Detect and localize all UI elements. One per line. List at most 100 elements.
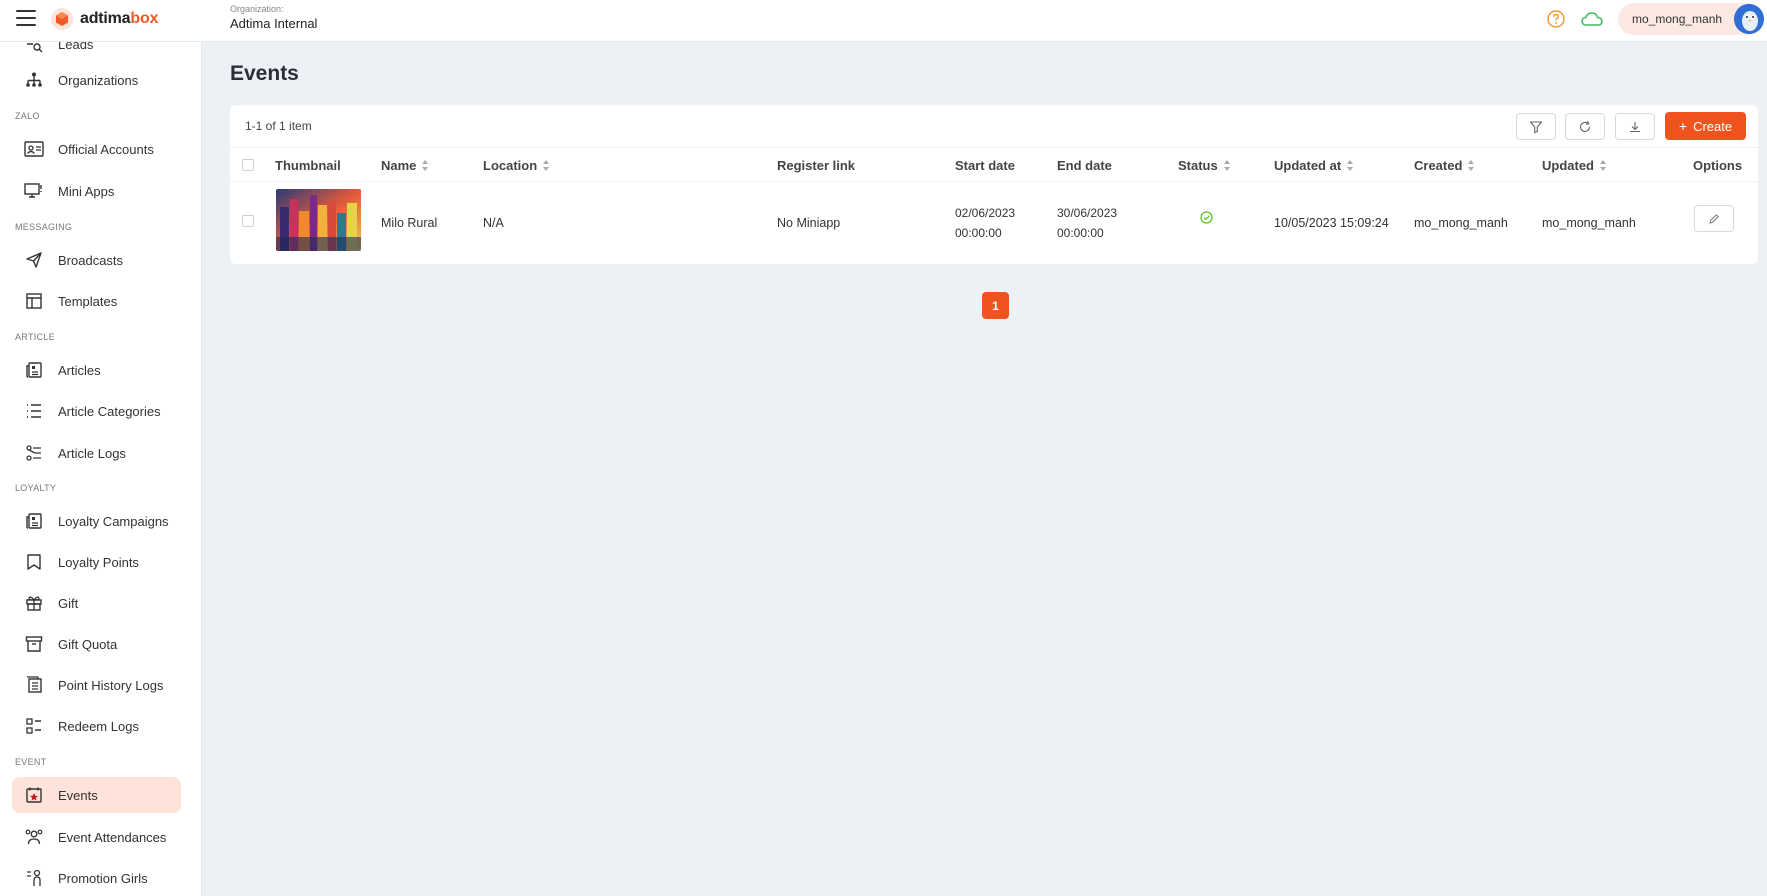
redeem-icon — [24, 716, 44, 736]
event-location: N/A — [483, 216, 504, 230]
logo-cube-icon — [51, 8, 73, 30]
sidebar-item-label: Organizations — [58, 72, 139, 88]
event-end-time: 00:00:00 — [1057, 226, 1104, 240]
search-list-icon — [24, 42, 44, 54]
sidebar-item-organizations[interactable]: Organizations — [12, 62, 181, 98]
sort-icon[interactable] — [1223, 160, 1231, 171]
refresh-button[interactable] — [1565, 113, 1605, 140]
logs-icon — [24, 443, 44, 463]
column-header-updated[interactable]: Updated — [1542, 158, 1607, 173]
article-icon — [24, 360, 44, 380]
row-checkbox[interactable] — [242, 215, 254, 227]
status-active-icon — [1200, 211, 1213, 227]
section-label-loyalty: LOYALTY — [15, 483, 57, 493]
column-header-location[interactable]: Location — [483, 158, 550, 173]
sort-icon[interactable] — [1600, 160, 1607, 171]
sidebar-item-loyalty-points[interactable]: Loyalty Points — [12, 544, 181, 580]
column-header-start-date: Start date — [955, 158, 1015, 173]
column-header-created[interactable]: Created — [1414, 158, 1475, 173]
menu-toggle-icon[interactable] — [16, 10, 36, 26]
sidebar-item-article-logs[interactable]: Article Logs — [12, 435, 181, 471]
event-thumbnail[interactable] — [276, 189, 361, 251]
sidebar-item-redeem-logs[interactable]: Redeem Logs — [12, 708, 181, 744]
sidebar-item-promotion-girls[interactable]: Promotion Girls — [12, 860, 181, 896]
column-header-name[interactable]: Name — [381, 158, 429, 173]
sidebar-item-loyalty-campaigns[interactable]: Loyalty Campaigns — [12, 503, 181, 539]
desktop-app-icon — [24, 181, 44, 201]
sort-icon[interactable] — [1347, 160, 1354, 171]
event-start-date: 02/06/2023 — [955, 206, 1016, 220]
table-row[interactable]: Milo Rural N/A No Miniapp 02/06/2023 00:… — [230, 182, 1758, 264]
event-register-link: No Miniapp — [777, 216, 841, 230]
pagination-page-1[interactable]: 1 — [982, 292, 1009, 319]
sidebar-item-label: Articles — [58, 362, 101, 378]
sidebar-item-label: Loyalty Campaigns — [58, 513, 169, 529]
event-name: Milo Rural — [381, 216, 438, 230]
sidebar-item-label: Article Categories — [58, 403, 161, 419]
sidebar-item-label: Event Attendances — [58, 829, 167, 845]
refresh-icon — [1579, 120, 1591, 132]
bookmark-icon — [24, 552, 44, 572]
campaign-icon — [24, 511, 44, 531]
sidebar-item-label: Official Accounts — [58, 141, 154, 157]
gift-icon — [24, 593, 44, 613]
section-label-event: EVENT — [15, 757, 47, 767]
column-header-updated-at[interactable]: Updated at — [1274, 158, 1354, 173]
id-card-icon — [24, 139, 44, 159]
section-label-messaging: MESSAGING — [15, 222, 73, 232]
sidebar-item-mini-apps[interactable]: Mini Apps — [12, 173, 181, 209]
sidebar-item-broadcasts[interactable]: Broadcasts — [12, 242, 181, 278]
organization-label: Organization: — [230, 4, 284, 14]
list-icon — [24, 401, 44, 421]
event-updated-by: mo_mong_manh — [1542, 216, 1636, 230]
column-header-options: Options — [1693, 158, 1743, 173]
sidebar-item-templates[interactable]: Templates — [12, 283, 181, 319]
plus-icon: + — [1678, 118, 1688, 134]
sidebar-item-events[interactable]: Events — [12, 777, 181, 813]
sidebar-item-label: Mini Apps — [58, 183, 115, 199]
download-button[interactable] — [1615, 113, 1655, 140]
select-all-checkbox[interactable] — [242, 159, 254, 171]
calendar-star-icon — [24, 785, 44, 805]
filter-button[interactable] — [1516, 113, 1556, 140]
column-header-register-link: Register link — [777, 158, 856, 173]
top-bar: adtimabox Organization: Adtima Internal … — [0, 0, 1767, 42]
sort-icon[interactable] — [422, 160, 429, 171]
sidebar-item-label: Leads — [58, 42, 94, 52]
sidebar-item-gift[interactable]: Gift — [12, 585, 181, 621]
organization-name: Adtima Internal — [230, 16, 318, 31]
sidebar-item-label: Point History Logs — [58, 677, 164, 693]
archive-icon — [24, 634, 44, 654]
item-count: 1-1 of 1 item — [245, 119, 312, 133]
page-title: Events — [230, 62, 299, 85]
sort-icon[interactable] — [543, 160, 550, 171]
cloud-icon[interactable] — [1580, 9, 1604, 29]
people-icon — [24, 827, 44, 847]
history-icon — [24, 675, 44, 695]
sidebar-item-gift-quota[interactable]: Gift Quota — [12, 626, 181, 662]
person-icon — [24, 868, 44, 888]
avatar — [1734, 4, 1764, 34]
sidebar-item-leads[interactable]: Leads — [12, 42, 181, 62]
sidebar-item-label: Templates — [58, 293, 118, 309]
event-created-by: mo_mong_manh — [1414, 216, 1508, 230]
sidebar-item-official-accounts[interactable]: Official Accounts — [12, 131, 181, 167]
sidebar-item-event-attendances[interactable]: Event Attendances — [12, 819, 181, 855]
send-icon — [24, 250, 44, 270]
sidebar-item-articles[interactable]: Articles — [12, 352, 181, 388]
user-menu[interactable]: mo_mong_manh — [1618, 3, 1764, 35]
help-icon[interactable] — [1546, 9, 1566, 29]
sidebar-item-label: Loyalty Points — [58, 554, 139, 570]
edit-button[interactable] — [1694, 205, 1734, 232]
create-button[interactable]: + Create — [1665, 112, 1746, 140]
sidebar-item-point-history-logs[interactable]: Point History Logs — [12, 667, 181, 703]
column-header-status[interactable]: Status — [1178, 158, 1231, 173]
organization-selector[interactable]: Organization: Adtima Internal — [230, 4, 317, 31]
sort-icon[interactable] — [1468, 160, 1475, 171]
template-icon — [24, 291, 44, 311]
create-label: Create — [1693, 118, 1733, 134]
user-name: mo_mong_manh — [1632, 12, 1723, 26]
sidebar-item-article-categories[interactable]: Article Categories — [12, 393, 181, 429]
sidebar: Leads Organizations ZALO Official Accoun… — [0, 42, 202, 896]
app-logo[interactable]: adtimabox — [50, 6, 158, 32]
